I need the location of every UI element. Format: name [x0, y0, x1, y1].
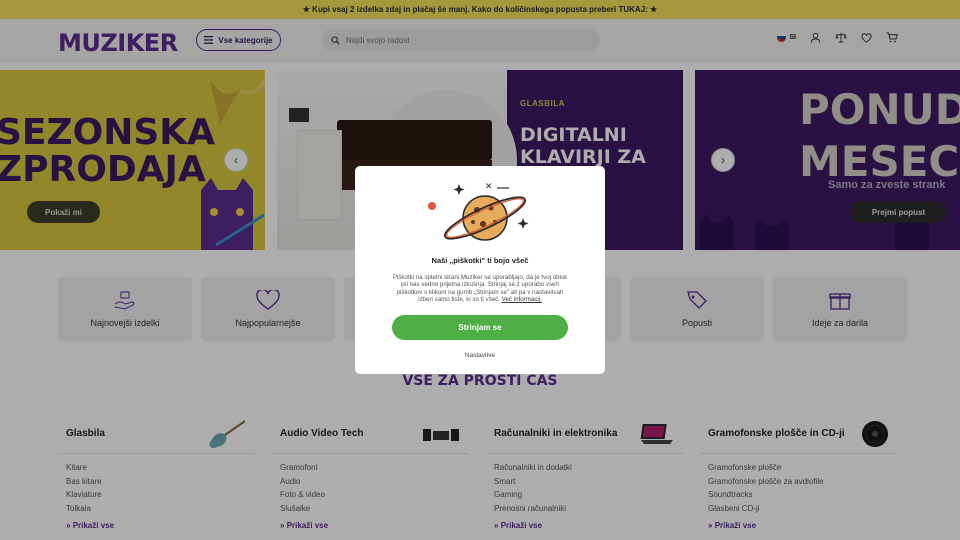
cookie-dialog-text: Piškotki na spletni strani Muziker se up…	[392, 274, 568, 303]
accept-cookies-button[interactable]: Strinjam se	[392, 315, 568, 340]
cookie-settings-link[interactable]: Nastavitve	[355, 352, 605, 359]
cookie-planet-illustration: ✕	[428, 182, 529, 241]
svg-text:✕: ✕	[485, 182, 493, 192]
cookie-consent-dialog: ✕ Naši „piškotki" ti bojo všeč Piškotki …	[355, 166, 605, 374]
more-info-link[interactable]: Več informacij.	[502, 296, 542, 303]
cookie-dialog-title: Naši „piškotki" ti bojo všeč	[431, 256, 529, 265]
